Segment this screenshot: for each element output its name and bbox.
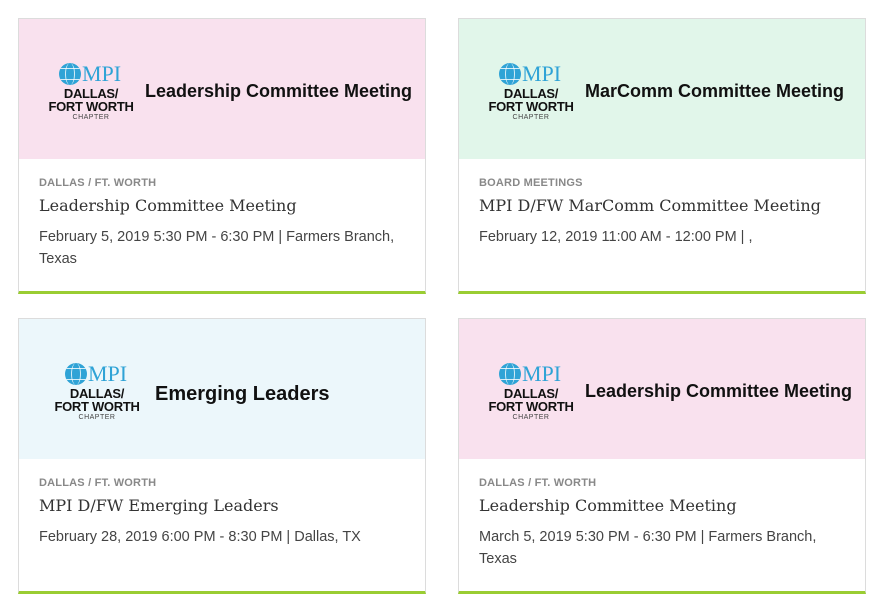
mpi-dfw-logo: MPI DALLAS/ FORT WORTH CHAPTER: [54, 361, 140, 422]
event-title[interactable]: MPI D/FW Emerging Leaders: [39, 496, 405, 515]
event-title[interactable]: Leadership Committee Meeting: [39, 196, 405, 215]
mpi-dfw-logo: MPI DALLAS/ FORT WORTH CHAPTER: [488, 361, 574, 422]
event-card[interactable]: MPI DALLAS/ FORT WORTH CHAPTER Leadershi…: [458, 318, 866, 594]
globe-icon: [65, 363, 87, 385]
globe-icon: [499, 363, 521, 385]
event-meta: February 28, 2019 6:00 PM - 8:30 PM | Da…: [39, 529, 361, 545]
event-category[interactable]: DALLAS / FT. WORTH: [39, 177, 405, 189]
event-banner[interactable]: MPI DALLAS/ FORT WORTH CHAPTER Leadershi…: [459, 319, 865, 459]
banner-title: MarComm Committee Meeting: [585, 81, 845, 101]
event-meta: February 5, 2019 5:30 PM - 6:30 PM | Far…: [39, 229, 395, 267]
banner-title: Leadership Committee Meeting: [145, 81, 413, 101]
event-title[interactable]: Leadership Committee Meeting: [479, 496, 845, 515]
event-title[interactable]: MPI D/FW MarComm Committee Meeting: [479, 196, 845, 215]
event-card[interactable]: MPI DALLAS/ FORT WORTH CHAPTER Emerging …: [18, 318, 426, 594]
banner-title: Leadership Committee Meeting: [585, 381, 853, 401]
event-category[interactable]: DALLAS / FT. WORTH: [479, 477, 845, 489]
event-category[interactable]: BOARD MEETINGS: [479, 177, 845, 189]
event-meta: February 12, 2019 11:00 AM - 12:00 PM | …: [479, 229, 753, 245]
event-banner[interactable]: MPI DALLAS/ FORT WORTH CHAPTER Leadershi…: [19, 19, 425, 159]
mpi-dfw-logo: MPI DALLAS/ FORT WORTH CHAPTER: [48, 61, 134, 122]
globe-icon: [499, 63, 521, 85]
event-card[interactable]: MPI DALLAS/ FORT WORTH CHAPTER MarComm C…: [458, 18, 866, 294]
mpi-dfw-logo: MPI DALLAS/ FORT WORTH CHAPTER: [488, 61, 574, 122]
event-banner[interactable]: MPI DALLAS/ FORT WORTH CHAPTER Emerging …: [19, 319, 425, 459]
globe-icon: [59, 63, 81, 85]
banner-title: Emerging Leaders: [155, 383, 330, 405]
event-banner[interactable]: MPI DALLAS/ FORT WORTH CHAPTER MarComm C…: [459, 19, 865, 159]
event-card[interactable]: MPI DALLAS/ FORT WORTH CHAPTER Leadershi…: [18, 18, 426, 294]
event-meta: March 5, 2019 5:30 PM - 6:30 PM | Farmer…: [479, 529, 817, 567]
event-category[interactable]: DALLAS / FT. WORTH: [39, 477, 405, 489]
